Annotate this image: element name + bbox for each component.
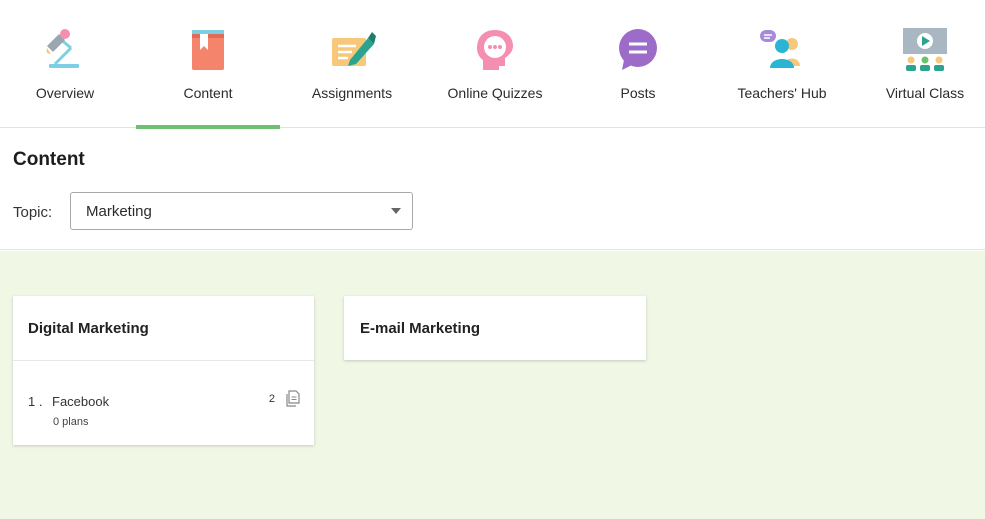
- nav-item-teachers-hub[interactable]: Teachers' Hub: [710, 0, 854, 128]
- nav-label: Assignments: [311, 85, 393, 101]
- book-icon: [184, 26, 232, 74]
- topic-label: Topic:: [13, 204, 53, 221]
- lesson-count: 2: [268, 393, 275, 405]
- nav-label: Overview: [35, 85, 95, 101]
- topic-select-value: Marketing: [86, 203, 152, 220]
- top-nav: Overview Content Assignments Online Quiz…: [0, 0, 985, 129]
- desk-lamp-icon: [41, 26, 89, 74]
- people-chat-icon: [758, 26, 806, 74]
- card-title: E-mail Marketing: [360, 320, 481, 337]
- lesson-plans: 0 plans: [53, 416, 89, 428]
- card-title: Digital Marketing: [28, 320, 149, 337]
- speech-bubble-icon: [614, 26, 662, 74]
- document-copy-icon[interactable]: [284, 390, 300, 408]
- topic-card-digital-marketing[interactable]: Digital Marketing 1 . Facebook 0 plans 2: [13, 296, 314, 445]
- page-title: Content: [13, 149, 85, 170]
- nav-item-posts[interactable]: Posts: [566, 0, 710, 128]
- nav-label: Teachers' Hub: [737, 85, 827, 101]
- nav-label: Virtual Class: [885, 85, 965, 101]
- nav-label: Content: [183, 85, 233, 101]
- nav-item-online-quizzes[interactable]: Online Quizzes: [423, 0, 567, 128]
- chevron-down-icon: [391, 208, 401, 214]
- nav-item-virtual-class[interactable]: Virtual Class: [853, 0, 985, 128]
- lesson-name[interactable]: Facebook: [52, 394, 109, 409]
- pen-paper-icon: [328, 26, 376, 74]
- card-divider: [13, 360, 314, 361]
- page-header: Content Topic: Marketing: [0, 129, 985, 250]
- head-thought-icon: [471, 26, 519, 74]
- nav-item-assignments[interactable]: Assignments: [280, 0, 424, 128]
- nav-item-overview[interactable]: Overview: [0, 0, 137, 128]
- video-class-icon: [901, 26, 949, 74]
- lesson-number: 1 .: [28, 394, 43, 409]
- list-item[interactable]: 1 . Facebook 0 plans 2: [28, 390, 300, 434]
- topic-card-email-marketing[interactable]: E-mail Marketing: [344, 296, 646, 360]
- content-area: Digital Marketing 1 . Facebook 0 plans 2…: [0, 251, 985, 519]
- topic-select[interactable]: Marketing: [70, 192, 413, 230]
- nav-label: Online Quizzes: [447, 85, 543, 101]
- nav-label: Posts: [620, 85, 656, 101]
- nav-item-content[interactable]: Content: [136, 0, 280, 129]
